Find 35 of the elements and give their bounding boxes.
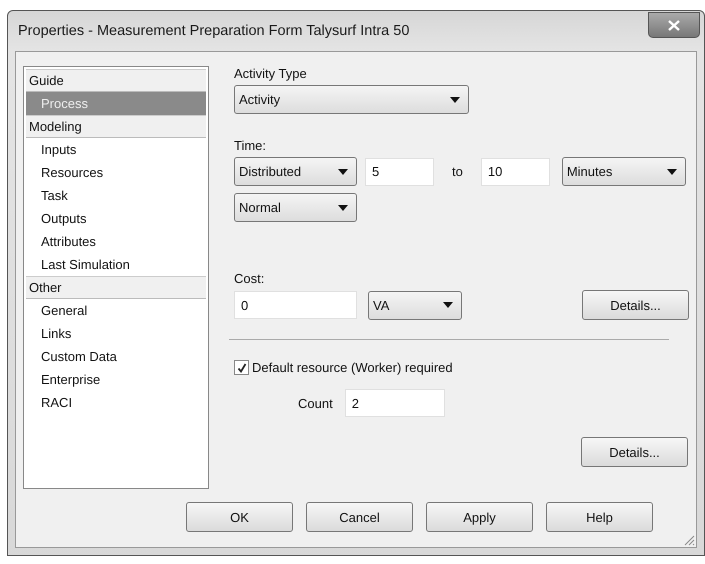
caret-icon	[338, 204, 348, 210]
close-button[interactable]	[648, 12, 700, 38]
cost-label: Cost:	[234, 271, 266, 286]
sidebar-header[interactable]: Guide	[26, 69, 206, 92]
cost-details-button[interactable]: Details...	[582, 290, 689, 320]
time-from-field[interactable]: 5	[365, 158, 434, 186]
close-icon	[668, 20, 680, 30]
caret-icon	[666, 168, 677, 174]
dialog-button[interactable]: Help	[546, 502, 653, 532]
caret-icon	[443, 302, 453, 308]
time-unit-select[interactable]: Minutes	[562, 157, 686, 186]
cost-category-select[interactable]: VA	[368, 290, 462, 320]
time-mode-select[interactable]: Distributed	[234, 157, 357, 186]
caret-icon	[450, 96, 460, 102]
to-label: to	[452, 164, 463, 179]
resource-label: Default resource (Worker) required	[252, 360, 453, 375]
dialog-button[interactable]: Cancel	[306, 502, 413, 532]
activity-type-label: Activity Type	[234, 66, 308, 81]
caret-icon	[338, 168, 348, 174]
dialog-button[interactable]: Apply	[426, 502, 533, 532]
activity-type-select[interactable]: Activity	[234, 85, 469, 114]
sidebar-header[interactable]: Other	[26, 276, 206, 299]
window-title: Properties - Measurement Preparation Form Talysurf Intra 50	[18, 23, 410, 39]
dialog-button[interactable]: OK	[186, 502, 293, 532]
time-to-field[interactable]: 10	[480, 158, 550, 186]
check-icon	[236, 362, 246, 372]
count-field[interactable]: 2	[344, 389, 445, 417]
resource-checkbox[interactable]	[234, 360, 249, 375]
sidebar-header[interactable]: Modeling	[26, 115, 206, 138]
cost-field[interactable]: 0	[234, 291, 357, 319]
distribution-select[interactable]: Normal	[234, 193, 357, 222]
resize-grip-icon[interactable]	[683, 534, 695, 546]
resource-details-button[interactable]: Details...	[581, 437, 688, 467]
time-label: Time:	[234, 138, 268, 153]
count-label: Count	[298, 396, 333, 410]
